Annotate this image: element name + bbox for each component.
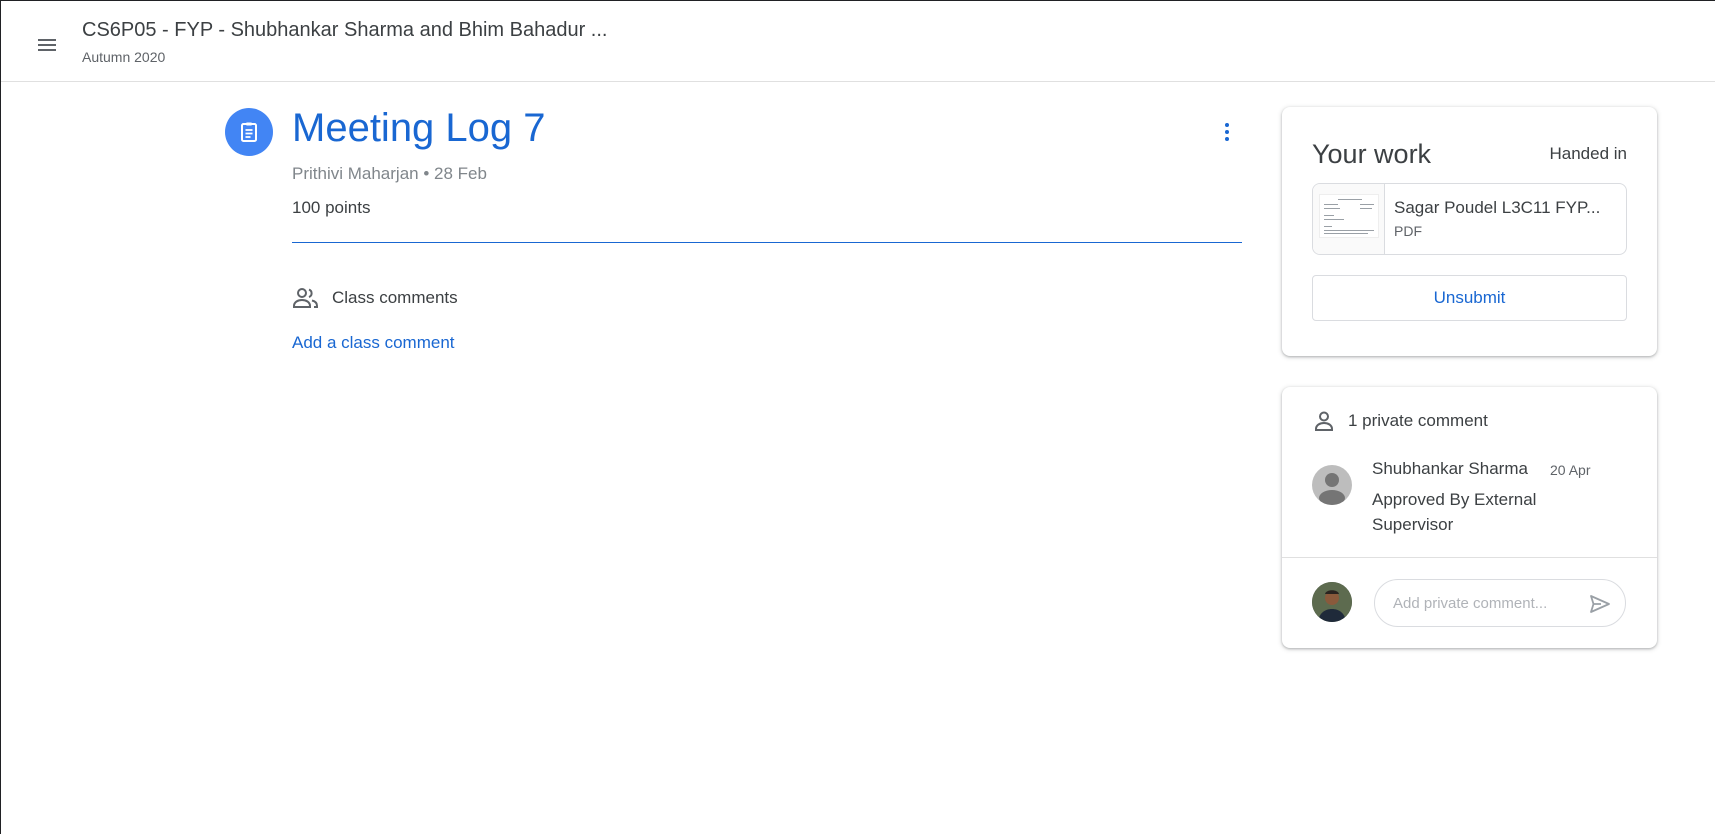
attachment-type: PDF [1394, 223, 1422, 239]
comment-text: Approved By External Supervisor [1372, 490, 1537, 534]
main-menu-button[interactable] [23, 21, 71, 69]
attachment-name: Sagar Poudel L3C11 FYP... [1394, 198, 1601, 217]
title-divider [292, 242, 1242, 243]
more-options-button[interactable] [1209, 112, 1245, 152]
comment-divider [1282, 557, 1657, 558]
pdf-thumbnail [1313, 184, 1385, 254]
assignment-meta: Prithivi Maharjan • 28 Feb [292, 164, 487, 183]
class-comments-label: Class comments [332, 288, 458, 307]
your-work-card: Your work Handed in Sagar Poudel L3C11 F… [1282, 107, 1657, 356]
private-comment-count: 1 private comment [1348, 411, 1488, 430]
assignment-points: 100 points [292, 198, 371, 217]
more-vert-icon [1225, 123, 1229, 141]
person-icon [1315, 411, 1333, 431]
hamburger-menu-icon [38, 39, 56, 51]
private-comments-header: 1 private comment [1312, 409, 1488, 433]
private-comments-card: 1 private comment Shubhankar Sharma 20 A… [1282, 387, 1657, 648]
people-icon [293, 288, 318, 308]
your-work-title: Your work [1312, 139, 1432, 169]
commenter-avatar [1312, 465, 1352, 505]
class-comments-header: Class comments [292, 286, 458, 310]
assignment-icon [225, 108, 273, 156]
submission-status: Handed in [1549, 144, 1627, 163]
comment-date: 20 Apr [1550, 462, 1591, 478]
unsubmit-button[interactable]: Unsubmit [1312, 275, 1627, 321]
comment-author: Shubhankar Sharma [1372, 459, 1528, 478]
course-title[interactable]: CS6P05 - FYP - Shubhankar Sharma and Bhi… [82, 19, 607, 42]
attachment-file[interactable]: Sagar Poudel L3C11 FYP... PDF [1312, 183, 1627, 255]
send-icon [1590, 595, 1610, 613]
user-avatar [1312, 582, 1352, 622]
course-term: Autumn 2020 [82, 49, 166, 65]
assignment-title: Meeting Log 7 [292, 106, 546, 150]
add-class-comment-link[interactable]: Add a class comment [292, 333, 455, 353]
top-bar: CS6P05 - FYP - Shubhankar Sharma and Bhi… [1, 0, 1715, 82]
send-comment-button[interactable] [1586, 590, 1614, 618]
